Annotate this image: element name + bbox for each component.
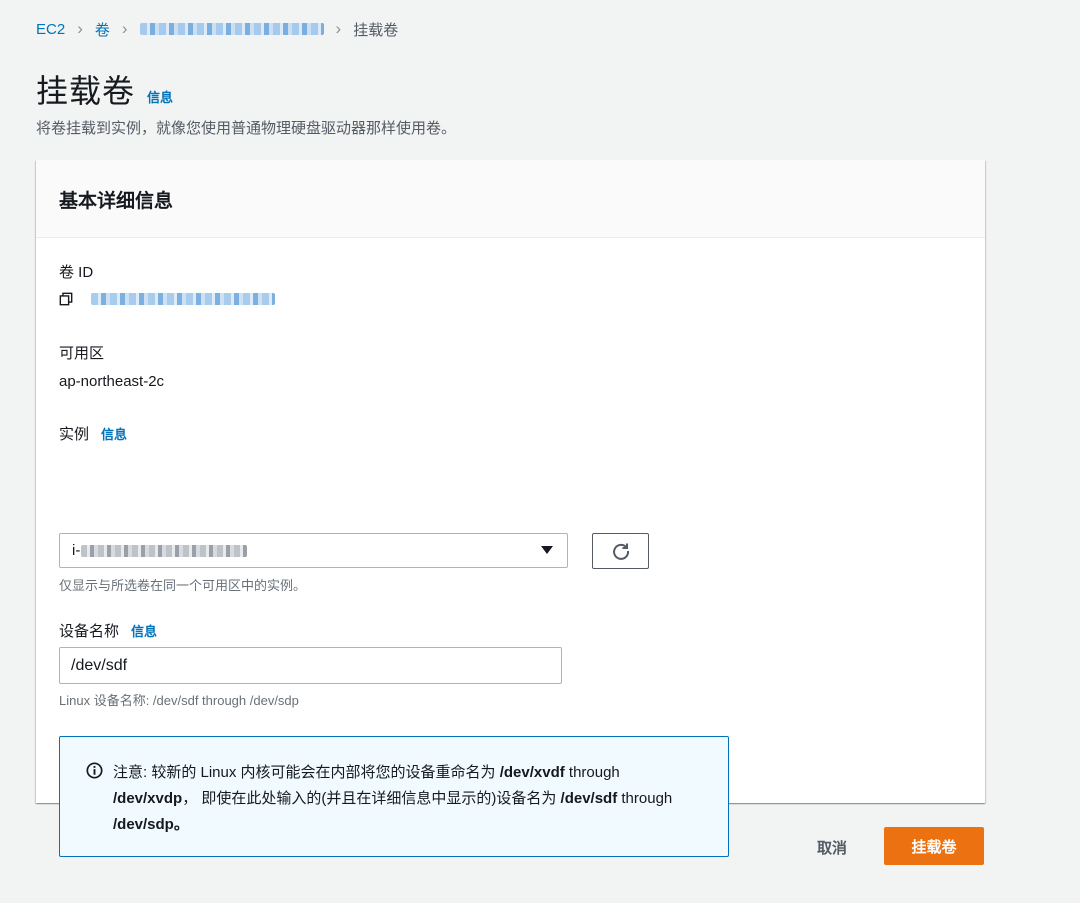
breadcrumb-volumes[interactable]: 卷	[95, 19, 110, 40]
alert-device-xvdp: /dev/xvdp	[113, 790, 183, 807]
alert-text-part: ， 即使在此处输入的(并且在详细信息中显示的)设备名为	[182, 790, 561, 807]
chevron-right-icon: ›	[77, 19, 83, 38]
breadcrumb-current: 挂载卷	[353, 21, 399, 39]
page-header: 挂载卷 信息	[36, 66, 173, 112]
instance-select[interactable]: i-	[59, 533, 568, 568]
device-name-input[interactable]	[59, 647, 562, 684]
chevron-right-icon: ›	[335, 19, 342, 38]
header-info-link[interactable]: 信息	[147, 87, 173, 106]
alert-text: 注意: 较新的 Linux 内核可能会在内部将您的设备重命名为 /dev/xvd…	[113, 760, 703, 838]
attach-volume-button[interactable]: 挂载卷	[884, 827, 984, 865]
volume-id-label: 卷 ID	[59, 264, 94, 281]
instance-select-value: i-	[72, 542, 81, 559]
instance-label-row: 实例 信息	[59, 423, 127, 444]
device-label-row: 设备名称 信息	[59, 620, 157, 641]
availability-zone-label: 可用区	[59, 345, 105, 362]
refresh-icon	[612, 543, 629, 560]
instance-info-link[interactable]: 信息	[101, 424, 127, 443]
breadcrumb: EC2 › 卷 › › 挂载卷	[36, 18, 398, 40]
alert-text-part: through	[564, 764, 620, 781]
chevron-right-icon: ›	[121, 19, 128, 38]
breadcrumb-volume-id-redacted[interactable]	[139, 23, 324, 35]
device-name-hint: Linux 设备名称: /dev/sdf through /dev/sdp	[59, 693, 299, 708]
basic-details-panel: 基本详细信息 卷 ID 可用区 ap-northeast-2c 实例 信息 i-	[36, 160, 985, 857]
alert-text-part: 注意: 较新的 Linux 内核可能会在内部将您的设备重命名为	[113, 764, 500, 781]
info-alert: 注意: 较新的 Linux 内核可能会在内部将您的设备重命名为 /dev/xvd…	[59, 736, 729, 857]
volume-id-redacted[interactable]	[91, 293, 275, 305]
panel-header: 基本详细信息	[36, 160, 985, 238]
availability-zone-value: ap-northeast-2c	[59, 373, 165, 390]
instance-id-redacted	[81, 544, 248, 557]
device-name-label: 设备名称	[59, 623, 120, 640]
page-title: 挂载卷	[36, 73, 136, 109]
breadcrumb-ec2[interactable]: EC2	[36, 21, 65, 38]
device-info-link[interactable]: 信息	[131, 621, 157, 640]
caret-down-icon	[541, 546, 553, 554]
volume-id-value	[59, 292, 275, 306]
alert-device-sdp: /dev/sdp。	[113, 816, 189, 833]
instance-label: 实例	[59, 426, 90, 443]
panel-title: 基本详细信息	[59, 191, 174, 212]
instance-hint: 仅显示与所选卷在同一个可用区中的实例。	[59, 578, 307, 593]
alert-text-part: through	[617, 790, 673, 807]
copy-icon[interactable]	[59, 292, 73, 306]
cancel-button[interactable]: 取消	[800, 832, 864, 862]
refresh-instances-button[interactable]	[592, 533, 649, 569]
alert-device-sdf: /dev/sdf	[560, 790, 618, 807]
info-circle-icon	[86, 762, 103, 779]
page-description: 将卷挂载到实例，就像您使用普通物理硬盘驱动器那样使用卷。	[36, 120, 457, 137]
alert-device-xvdf: /dev/xvdf	[499, 764, 565, 781]
